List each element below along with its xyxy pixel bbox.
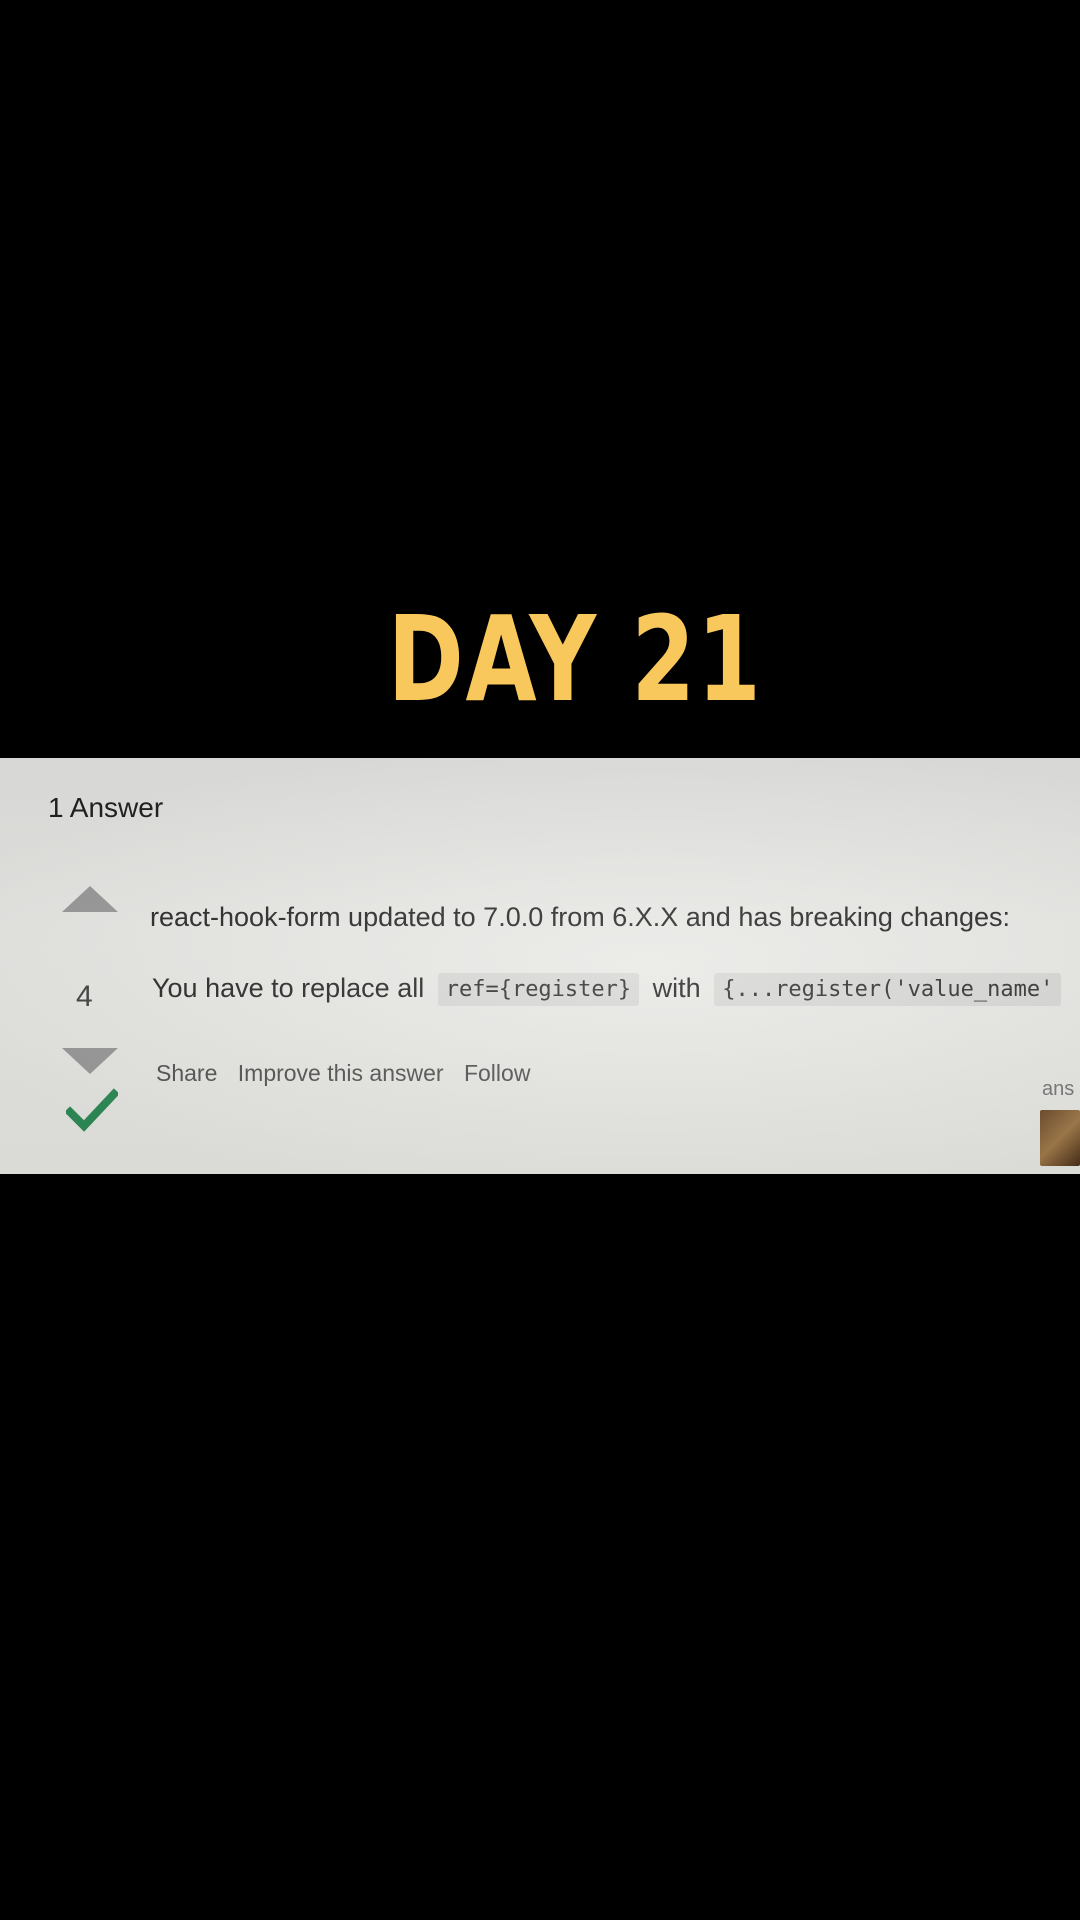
answer-text-prefix: You have to replace all <box>152 973 425 1003</box>
follow-link[interactable]: Follow <box>464 1060 530 1086</box>
share-link[interactable]: Share <box>156 1060 217 1086</box>
answer-text-line-1: react-hook-form updated to 7.0.0 from 6.… <box>150 902 1011 932</box>
upvote-arrow-icon[interactable] <box>62 886 118 912</box>
answers-count-header: 1 Answer <box>48 792 164 823</box>
code-spread-register: {...register('value_name' <box>714 973 1062 1007</box>
answer-text-line-2: You have to replace all ref={register} w… <box>152 973 1067 1007</box>
post-menu: Share Improve this answer Follow <box>156 1060 544 1087</box>
answered-label: ans <box>1042 1078 1075 1100</box>
user-avatar[interactable] <box>1040 1110 1080 1166</box>
day-title: DAY 21 <box>387 590 763 728</box>
improve-answer-link[interactable]: Improve this answer <box>238 1060 444 1086</box>
answer-text-middle: with <box>652 973 701 1003</box>
stackoverflow-answer-photo: 1 Answer 4 react-hook-form updated to 7.… <box>0 758 1080 1174</box>
code-ref-register: ref={register} <box>437 973 640 1007</box>
downvote-arrow-icon[interactable] <box>62 1048 118 1074</box>
accepted-check-icon <box>66 1088 118 1132</box>
vote-count: 4 <box>76 980 93 1013</box>
